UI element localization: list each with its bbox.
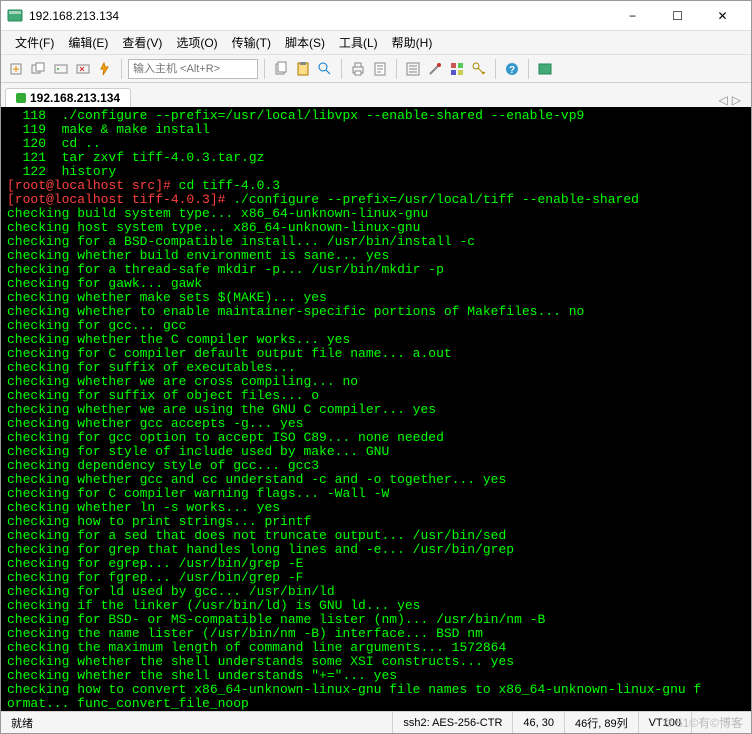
toolbar-separator: [341, 59, 342, 79]
terminal[interactable]: 118 ./configure --prefix=/usr/local/libv…: [1, 107, 751, 711]
tab-scroll-right[interactable]: ▷: [732, 93, 741, 107]
tab-label: 192.168.213.134: [30, 91, 120, 105]
paste-icon[interactable]: [293, 59, 313, 79]
menubar: 文件(F) 编辑(E) 查看(V) 选项(O) 传输(T) 脚本(S) 工具(L…: [1, 31, 751, 55]
menu-tools[interactable]: 工具(L): [333, 32, 384, 53]
toolbar: ?: [1, 55, 751, 83]
status-extra: [691, 712, 751, 733]
menu-options[interactable]: 选项(O): [170, 32, 223, 53]
menu-transfer[interactable]: 传输(T): [226, 32, 277, 53]
maximize-button[interactable]: ☐: [655, 1, 700, 31]
status-position: 46, 30: [512, 712, 564, 733]
properties-icon[interactable]: [403, 59, 423, 79]
menu-edit[interactable]: 编辑(E): [62, 32, 114, 53]
help-icon[interactable]: ?: [502, 59, 522, 79]
session-tab[interactable]: 192.168.213.134: [5, 88, 131, 107]
statusbar: 就绪 ssh2: AES-256-CTR 46, 30 46行, 89列 VT1…: [1, 711, 751, 733]
options-icon[interactable]: [447, 59, 467, 79]
svg-text:?: ?: [509, 65, 515, 76]
menu-script[interactable]: 脚本(S): [279, 32, 331, 53]
new-session-icon[interactable]: [7, 59, 27, 79]
quick-connect-icon[interactable]: [95, 59, 115, 79]
app-icon: [7, 8, 23, 24]
titlebar: 192.168.213.134 − ☐ ✕: [1, 1, 751, 31]
menu-view[interactable]: 查看(V): [116, 32, 168, 53]
toolbar-separator: [396, 59, 397, 79]
minimize-button[interactable]: −: [610, 1, 655, 31]
toolbar-separator: [495, 59, 496, 79]
settings-icon[interactable]: [425, 59, 445, 79]
status-size: 46行, 89列: [564, 712, 638, 733]
key-icon[interactable]: [469, 59, 489, 79]
log-icon[interactable]: [370, 59, 390, 79]
status-term: VT100: [638, 712, 691, 733]
toolbar-separator: [264, 59, 265, 79]
print-icon[interactable]: [348, 59, 368, 79]
status-ready: 就绪: [1, 712, 93, 733]
sessions-icon[interactable]: [29, 59, 49, 79]
toolbar-separator: [121, 59, 122, 79]
disconnect-icon[interactable]: [73, 59, 93, 79]
menu-help[interactable]: 帮助(H): [386, 32, 439, 53]
tabbar: 192.168.213.134 ◁ ▷: [1, 83, 751, 107]
reconnect-icon[interactable]: [51, 59, 71, 79]
toolbar-separator: [528, 59, 529, 79]
status-connection: ssh2: AES-256-CTR: [392, 712, 512, 733]
connected-icon: [16, 93, 26, 103]
tab-scroll-left[interactable]: ◁: [719, 93, 728, 107]
xshell-icon[interactable]: [535, 59, 555, 79]
copy-icon[interactable]: [271, 59, 291, 79]
close-button[interactable]: ✕: [700, 1, 745, 31]
window-title: 192.168.213.134: [29, 9, 610, 23]
menu-file[interactable]: 文件(F): [9, 32, 60, 53]
host-input[interactable]: [128, 59, 258, 79]
find-icon[interactable]: [315, 59, 335, 79]
